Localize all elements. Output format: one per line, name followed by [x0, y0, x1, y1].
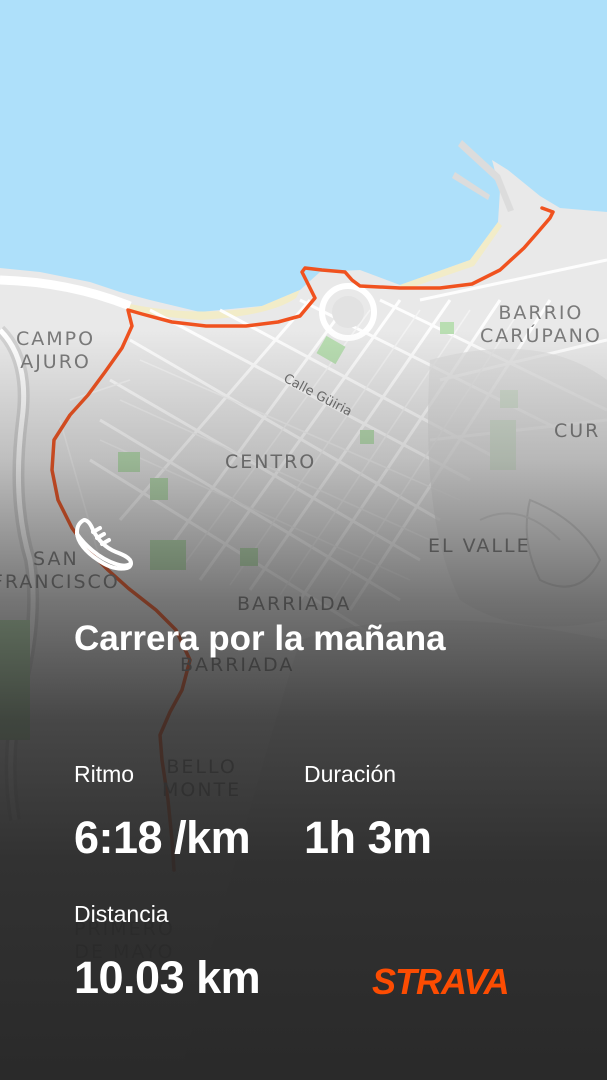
running-shoe-icon [75, 518, 133, 571]
activity-title: Carrera por la mañana [74, 619, 446, 658]
svg-text:STRAVA: STRAVA [372, 963, 509, 999]
strava-logo: STRAVA [372, 963, 510, 999]
pace-label: Ritmo [74, 761, 135, 787]
map-label-centro: CENTRO [225, 451, 317, 473]
duration-label: Duración [304, 761, 397, 787]
duration-value: 1h 3m [304, 812, 432, 863]
distance-label: Distancia [74, 901, 169, 927]
pace-value: 6:18 /km [74, 812, 251, 863]
map-label-barrio-carupano: BARRIO CARÚPANO [480, 302, 602, 347]
map-label-bello-monte: BELLO MONTE [162, 756, 242, 801]
map-label-campo-ajuro: CAMPO AJURO [16, 328, 96, 373]
distance-value: 10.03 km [74, 952, 261, 1003]
map-label-cur: CUR [554, 420, 601, 442]
map-label-el-valle: EL VALLE [428, 535, 531, 557]
